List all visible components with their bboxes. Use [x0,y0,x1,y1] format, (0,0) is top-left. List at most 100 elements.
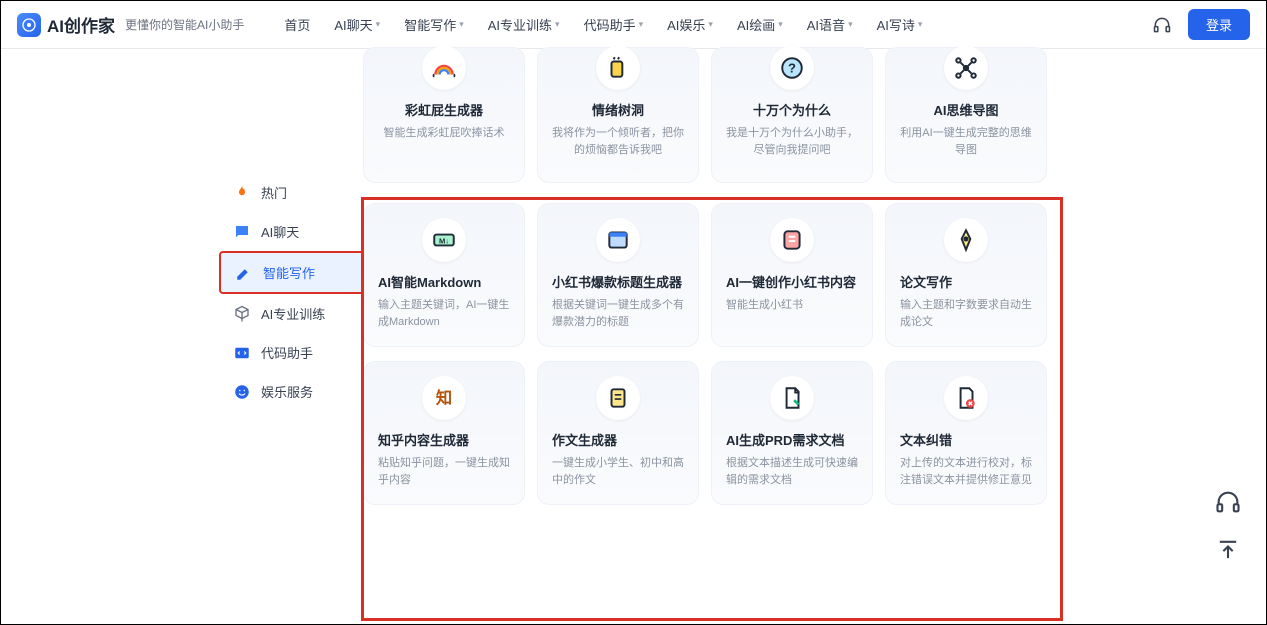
edit-icon [235,264,253,282]
sidebar-item-fun[interactable]: 娱乐服务 [219,372,379,411]
card-prd[interactable]: AI生成PRD需求文档 根据文本描述生成可快速编辑的需求文档 [711,361,873,505]
nav-writing[interactable]: 智能写作▾ [404,15,464,34]
card-title: 十万个为什么 [753,100,831,119]
code-icon [233,344,251,362]
support-icon[interactable] [1214,488,1242,516]
nav-aichat[interactable]: AI聊天 ▾ [334,15,380,34]
nav-label: 首页 [284,15,310,34]
nav-fun[interactable]: AI娱乐▾ [667,15,713,34]
nav: 首页 AI聊天▾ 智能写作▾ AI专业训练▾ 代码助手▾ AI娱乐▾ AI绘画▾… [284,15,922,34]
pen-icon [944,218,988,262]
svg-text:?: ? [788,60,796,75]
nav-code[interactable]: 代码助手▾ [584,15,644,34]
chevron-down-icon: ▾ [555,19,560,30]
card-title: 文本纠错 [900,430,952,449]
sidebar-item-aichat[interactable]: AI聊天 [219,212,379,251]
note-icon [770,218,814,262]
card-title: 彩虹屁生成器 [405,100,483,119]
markdown-icon: M↓ [422,218,466,262]
card-desc: 智能生成彩虹屁吹捧话术 [384,125,505,142]
sidebar-item-label: AI专业训练 [261,304,325,323]
card-essay[interactable]: 作文生成器 一键生成小学生、初中和高中的作文 [537,361,699,505]
sidebar-item-training[interactable]: AI专业训练 [219,294,379,333]
window-icon [596,218,640,262]
card-desc: 粘贴知乎问题，一键生成知乎内容 [378,455,510,488]
card-title: AI智能Markdown [378,272,481,291]
chevron-down-icon: ▾ [376,19,381,30]
card-desc: 智能生成小红书 [726,297,803,314]
card-desc: 对上传的文本进行校对，标注错误文本并提供修正意见 [900,455,1032,488]
nav-label: AI绘画 [737,15,775,34]
card-xhs-title[interactable]: 小红书爆款标题生成器 根据关键词一键生成多个有爆款潜力的标题 [537,203,699,347]
card-why[interactable]: ? 十万个为什么 我是十万个为什么小助手，尽管向我提问吧 [711,47,873,183]
nav-label: AI写诗 [877,15,915,34]
nav-label: AI娱乐 [667,15,705,34]
card-desc: 我是十万个为什么小助手，尽管向我提问吧 [726,125,858,158]
chevron-down-icon: ▾ [639,19,644,30]
nav-paint[interactable]: AI绘画▾ [737,15,783,34]
logo-icon [17,13,41,37]
card-row: M↓ AI智能Markdown 输入主题关键词，AI一键生成Markdown 小… [363,203,1047,347]
fire-icon [233,184,251,202]
question-icon: ? [770,46,814,90]
sidebar-item-writing[interactable]: 智能写作 [219,251,379,294]
chevron-down-icon: ▾ [848,19,853,30]
nav-label: AI聊天 [334,15,372,34]
chevron-down-icon: ▾ [708,19,713,30]
sidebar-item-label: 热门 [261,183,287,202]
card-thesis[interactable]: 论文写作 输入主题和字数要求自动生成论文 [885,203,1047,347]
sidebar-item-code[interactable]: 代码助手 [219,333,379,372]
doc-icon [596,376,640,420]
login-button[interactable]: 登录 [1188,9,1250,40]
card-zhihu[interactable]: 知 知乎内容生成器 粘贴知乎问题，一键生成知乎内容 [363,361,525,505]
card-desc: 我将作为一个倾听者，把你的烦恼都告诉我吧 [552,125,684,158]
chevron-down-icon: ▾ [778,19,783,30]
svg-text:M↓: M↓ [439,236,449,245]
card-correct[interactable]: 文本纠错 对上传的文本进行校对，标注错误文本并提供修正意见 [885,361,1047,505]
cube-icon [233,305,251,323]
nav-label: 代码助手 [584,15,636,34]
mindmap-icon [944,46,988,90]
card-desc: 根据关键词一键生成多个有爆款潜力的标题 [552,297,684,330]
card-title: 情绪树洞 [592,100,644,119]
card-desc: 根据文本描述生成可快速编辑的需求文档 [726,455,858,488]
sidebar-item-label: 代码助手 [261,343,313,362]
slogan: 更懂你的智能AI小助手 [125,16,244,33]
logo[interactable]: AI创作家 [17,12,115,37]
float-actions [1214,488,1242,564]
card-desc: 输入主题关键词，AI一键生成Markdown [378,297,510,330]
card-rainbow[interactable]: 彩虹屁生成器 智能生成彩虹屁吹捧话术 [363,47,525,183]
brand-name: AI创作家 [47,12,115,37]
smile-icon [233,383,251,401]
card-row: 知 知乎内容生成器 粘贴知乎问题，一键生成知乎内容 作文生成器 一键生成小学生、… [363,361,1047,505]
headset-icon[interactable] [1152,15,1172,35]
sidebar-item-hot[interactable]: 热门 [219,173,379,212]
chevron-down-icon: ▾ [459,19,464,30]
chevron-down-icon: ▾ [918,19,923,30]
card-markdown[interactable]: M↓ AI智能Markdown 输入主题关键词，AI一键生成Markdown [363,203,525,347]
nav-home[interactable]: 首页 [284,15,310,34]
nav-label: AI语音 [807,15,845,34]
zhihu-icon: 知 [422,376,466,420]
sidebar-item-label: 娱乐服务 [261,382,313,401]
card-xhs-content[interactable]: AI一键创作小红书内容 智能生成小红书 [711,203,873,347]
nav-label: AI专业训练 [488,15,552,34]
card-title: 作文生成器 [552,430,617,449]
svg-text:知: 知 [436,388,452,407]
card-row: 彩虹屁生成器 智能生成彩虹屁吹捧话术 情绪树洞 我将作为一个倾听者，把你的烦恼都… [363,47,1047,183]
card-title: 小红书爆款标题生成器 [552,272,682,291]
chat-icon [233,223,251,241]
back-to-top-icon[interactable] [1214,536,1242,564]
nav-poem[interactable]: AI写诗▾ [877,15,923,34]
nav-label: 智能写作 [404,15,456,34]
card-mindmap[interactable]: AI思维导图 利用AI一键生成完整的思维导图 [885,47,1047,183]
card-emotion[interactable]: 情绪树洞 我将作为一个倾听者，把你的烦恼都告诉我吧 [537,47,699,183]
nav-voice[interactable]: AI语音▾ [807,15,853,34]
card-title: 知乎内容生成器 [378,430,469,449]
content: 彩虹屁生成器 智能生成彩虹屁吹捧话术 情绪树洞 我将作为一个倾听者，把你的烦恼都… [363,47,1047,519]
nav-training[interactable]: AI专业训练▾ [488,15,560,34]
card-title: AI思维导图 [933,100,998,119]
sidebar: 热门 AI聊天 智能写作 AI专业训练 代码助手 娱乐服务 [219,173,379,411]
card-title: AI生成PRD需求文档 [726,430,844,449]
card-title: 论文写作 [900,272,952,291]
